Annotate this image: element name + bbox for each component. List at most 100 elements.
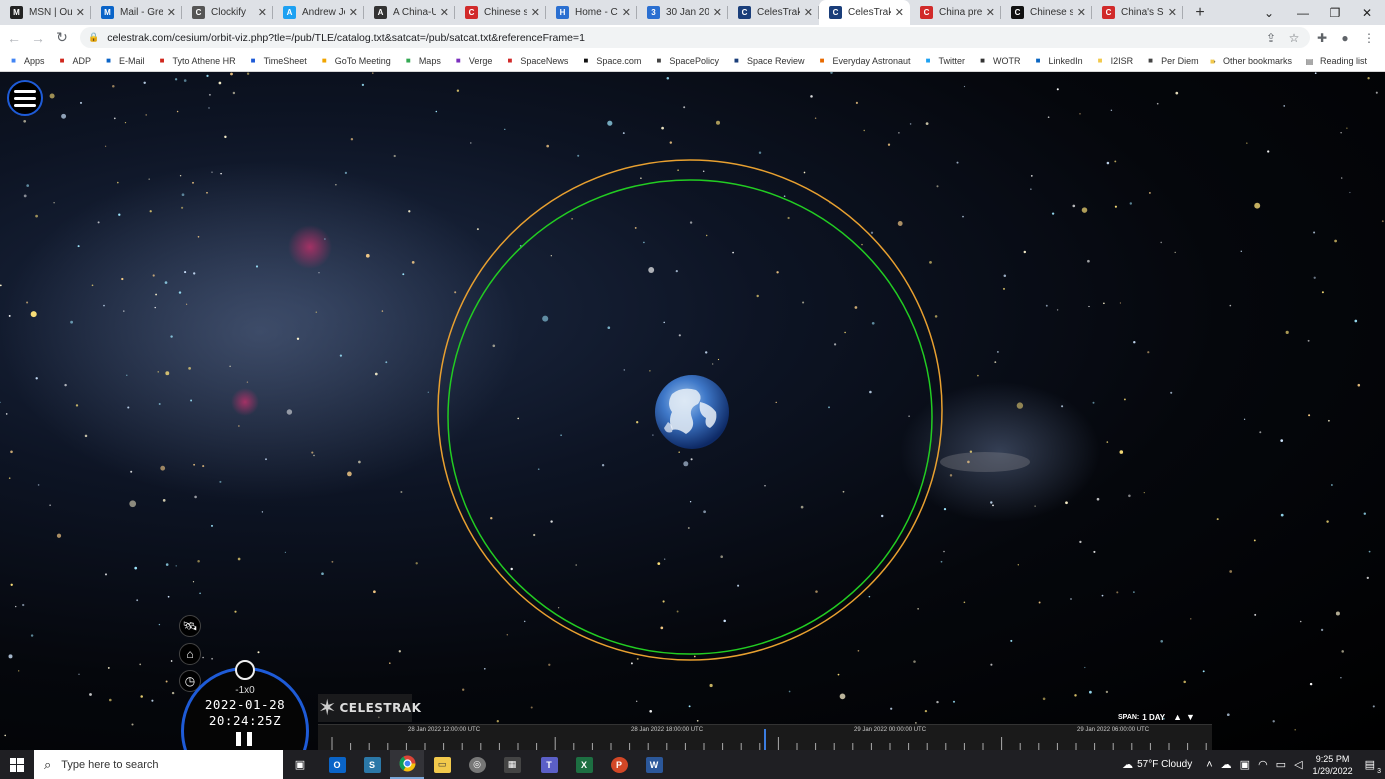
close-tab-icon[interactable]: ✕ — [986, 6, 995, 19]
browser-tab[interactable]: CChina's Shi✕ — [1092, 0, 1183, 25]
bookmark-item[interactable]: ■ Everyday Astronaut — [816, 55, 911, 66]
bookmark-item[interactable]: ■ ADP — [57, 55, 91, 66]
bookmark-item[interactable]: ■ TimeSheet — [248, 55, 307, 66]
bookmark-item[interactable]: ■ Per Diem — [1145, 55, 1198, 66]
close-tab-icon[interactable]: ✕ — [258, 6, 267, 19]
taskbar-search-box[interactable]: ⌕ Type here to search — [34, 750, 283, 779]
bookmark-item[interactable]: ■ Verge — [453, 55, 492, 66]
file-explorer-icon[interactable]: ▭ — [425, 750, 459, 779]
chevron-up-icon[interactable]: ˄ — [1206, 759, 1212, 771]
tray-app-icon[interactable]: ▣ — [1240, 758, 1250, 771]
browser-tab[interactable]: CChinese spa✕ — [1001, 0, 1092, 25]
browser-tab[interactable]: C Clockify ✕ — [182, 0, 273, 25]
task-view-icon[interactable]: ▣ — [283, 750, 317, 779]
timeline-bar[interactable]: 28 Jan 2022 12:00:00 UTC 28 Jan 2022 18:… — [318, 724, 1212, 750]
browser-tab[interactable]: CChinese sat✕ — [455, 0, 546, 25]
weather-text[interactable]: 57°F Cloudy — [1137, 759, 1192, 770]
close-tab-icon[interactable]: ✕ — [804, 6, 813, 19]
browser-menu-icon[interactable]: ⋮ — [1361, 30, 1377, 46]
bookmark-item[interactable]: ■ Space Review — [731, 55, 804, 66]
bookmark-star-icon[interactable]: ☆ — [1286, 30, 1302, 46]
ea-icon: ■ — [819, 56, 825, 65]
word-icon[interactable]: W — [637, 750, 671, 779]
bookmark-item[interactable]: ■ GoTo Meeting — [319, 55, 391, 66]
browser-tab[interactable]: AAndrew Jon✕ — [273, 0, 364, 25]
minimize-button[interactable]: — — [1286, 0, 1320, 25]
windows-start-button[interactable] — [0, 750, 34, 779]
share-icon[interactable]: ⇪ — [1263, 30, 1279, 46]
bookmark-item[interactable]: ■ Twitter — [923, 55, 965, 66]
taskbar-clock[interactable]: 9:25 PM 1/29/2022 — [1313, 753, 1353, 777]
restore-button[interactable]: ❐ — [1318, 0, 1352, 25]
celestrak-star-icon: ✶ — [318, 695, 337, 720]
bookmark-item[interactable]: ■ Apps — [8, 55, 44, 66]
hamburger-menu-button[interactable] — [7, 80, 43, 116]
cesium-viewport[interactable]: 🛰 ⌂ ◷ -1x0 2022-01-28 20:24:25Z ✶ CELEST… — [0, 72, 1385, 750]
close-tab-icon[interactable]: ✕ — [531, 6, 540, 19]
reload-button[interactable]: ↻ — [50, 26, 74, 50]
bookmark-item[interactable]: ■ I2ISR — [1095, 55, 1133, 66]
close-tab-icon[interactable]: ✕ — [349, 6, 358, 19]
browser-tab[interactable]: MMSN | Outlo✕ — [0, 0, 91, 25]
animation-speed: -1x0 — [235, 685, 255, 696]
browser-tab[interactable]: AA China-US✕ — [364, 0, 455, 25]
new-tab-button[interactable]: + — [1187, 4, 1213, 22]
close-tab-icon[interactable]: ✕ — [1077, 6, 1086, 19]
pause-button[interactable] — [236, 732, 252, 746]
close-tab-icon[interactable]: ✕ — [622, 6, 631, 19]
close-tab-icon[interactable]: ✕ — [1168, 6, 1177, 19]
forward-button[interactable]: → — [26, 26, 50, 50]
close-tab-icon[interactable]: ✕ — [713, 6, 722, 19]
bookmark-item[interactable]: ■ Maps — [403, 55, 441, 66]
chrome-app-icon[interactable] — [390, 750, 424, 779]
profile-avatar[interactable]: ● — [1337, 30, 1353, 46]
bookmark-item[interactable]: ■ Tyto Athene HR — [157, 55, 236, 66]
network-icon[interactable]: ◠ — [1258, 758, 1268, 771]
extensions-icon[interactable]: ✚ — [1314, 30, 1330, 46]
bookmark-item[interactable]: ■ SpacePolicy — [653, 55, 719, 66]
bookmark-item[interactable]: ■ E-Mail — [103, 55, 144, 66]
browser-tab[interactable]: CCelesTrak C✕ — [819, 0, 910, 25]
browser-tab[interactable]: C CelesTrak ✕ — [728, 0, 819, 25]
notifications-icon[interactable]: ▤ 3 — [1365, 758, 1381, 775]
back-button[interactable]: ← — [2, 26, 26, 50]
celestrak-icon: C — [738, 6, 751, 19]
clock-speed-knob[interactable] — [235, 660, 255, 680]
browser-tab[interactable]: 330 Jan 202✕ — [637, 0, 728, 25]
animation-date: 2022-01-28 — [204, 697, 286, 712]
volume-icon[interactable]: ◁ — [1294, 758, 1302, 771]
tab-search-icon[interactable]: ⌄ — [1252, 0, 1286, 25]
twitter-icon: A — [283, 6, 296, 19]
bookmark-item[interactable]: ■ WOTR — [977, 55, 1020, 66]
close-tab-icon[interactable]: ✕ — [167, 6, 176, 19]
span-increase-icon[interactable]: ▲ — [1173, 712, 1182, 722]
close-tab-icon[interactable]: ✕ — [76, 6, 85, 19]
excel-icon[interactable]: X — [567, 750, 601, 779]
satellite-icon[interactable]: 🛰 — [179, 615, 201, 637]
reading-list-button[interactable]: ▤ Reading list — [1304, 56, 1367, 67]
browser-tab[interactable]: HHome - Car✕ — [546, 0, 637, 25]
address-bar[interactable]: 🔒 celestrak.com/cesium/orbit-viz.php?tle… — [80, 27, 1310, 48]
span-decrease-icon[interactable]: ▼ — [1186, 712, 1195, 722]
linkedin-icon: ■ — [1035, 56, 1041, 65]
other-bookmarks-folder[interactable]: ■ Other bookmarks — [1207, 56, 1292, 67]
browser-tab[interactable]: CChina prese✕ — [910, 0, 1001, 25]
bookmark-item[interactable]: ■ LinkedIn — [1033, 55, 1083, 66]
browser-tab[interactable]: MMail - Greg✕ — [91, 0, 182, 25]
close-tab-icon[interactable]: ✕ — [440, 6, 449, 19]
home-icon[interactable]: ⌂ — [179, 643, 201, 665]
bookmark-item[interactable]: ■ Space.com — [580, 55, 641, 66]
app-s-icon[interactable]: S — [355, 750, 389, 779]
teams-icon[interactable]: T — [532, 750, 566, 779]
powerpoint-icon[interactable]: P — [602, 750, 636, 779]
close-window-button[interactable]: ✕ — [1350, 0, 1384, 25]
battery-icon[interactable]: ▭ — [1276, 758, 1286, 771]
outlook-app-icon[interactable]: O — [320, 750, 354, 779]
calculator-icon[interactable]: ▦ — [495, 750, 529, 779]
bookmark-item[interactable]: ■ SpaceNews — [504, 55, 568, 66]
globe-icon: ■ — [1148, 56, 1154, 65]
onedrive-icon[interactable]: ☁ — [1221, 758, 1232, 771]
close-tab-icon[interactable]: ✕ — [895, 6, 904, 19]
app-globe-icon[interactable]: ◎ — [460, 750, 494, 779]
bookmarks-bar-right: ■ Other bookmarks ▤ Reading list — [1207, 50, 1379, 72]
